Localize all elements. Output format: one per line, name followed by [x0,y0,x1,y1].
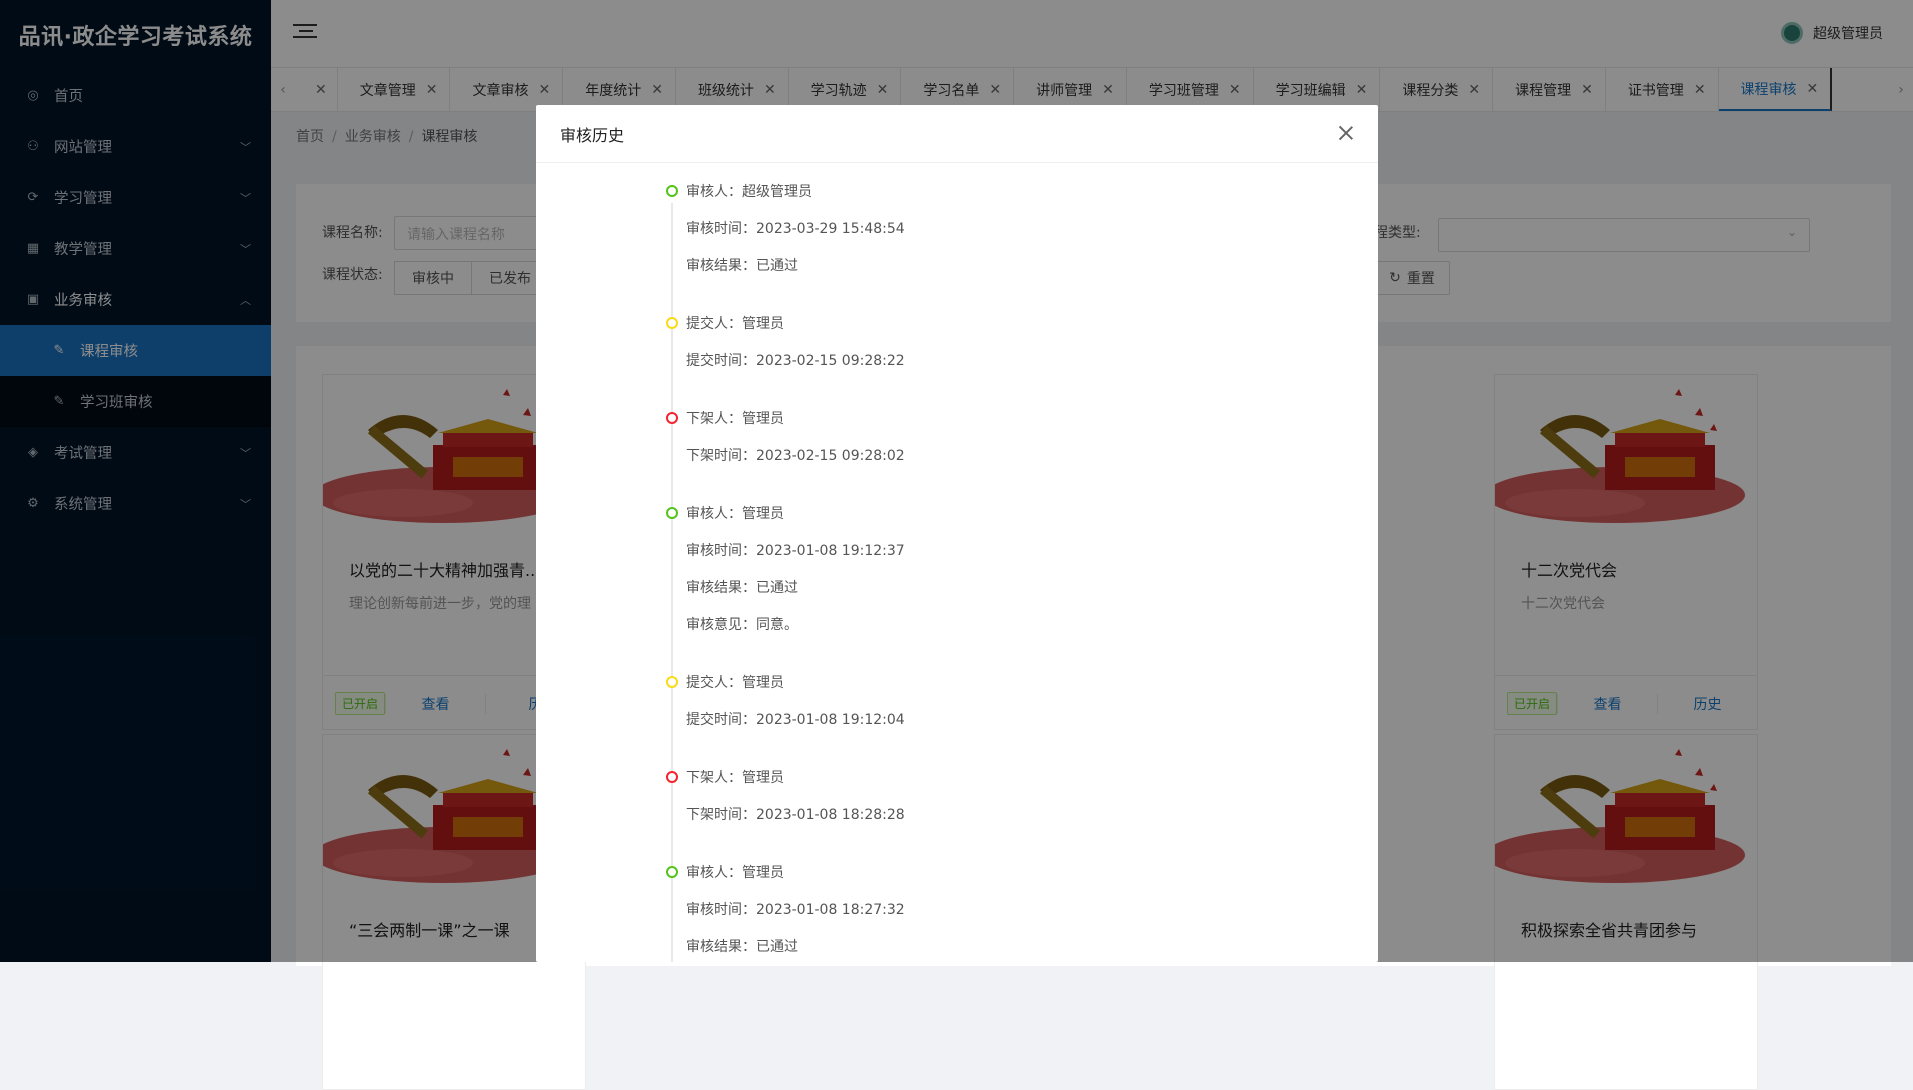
timeline-text: 提交人：管理员 [686,316,784,332]
timeline-text: 提交时间：2023-01-08 19:12:04 [686,712,905,728]
modal-header: 审核历史 [536,105,1378,163]
modal-title: 审核历史 [560,125,625,145]
timeline-dot-icon [666,866,678,878]
timeline-text: 审核结果：已通过 [686,580,798,596]
timeline-dot-icon [666,676,678,688]
timeline-text: 审核时间：2023-01-08 18:27:32 [686,902,905,918]
timeline-dot-icon [666,317,678,329]
timeline-text: 审核人：超级管理员 [686,184,812,200]
timeline-text: 提交人：管理员 [686,675,784,691]
timeline-text: 下架时间：2023-01-08 18:28:28 [686,807,905,823]
timeline-text: 审核时间：2023-01-08 19:12:37 [686,543,905,559]
timeline-text: 下架人：管理员 [686,411,784,427]
timeline-text: 审核人：管理员 [686,865,784,881]
timeline-text: 提交时间：2023-02-15 09:28:22 [686,353,905,369]
timeline-dot-icon [666,412,678,424]
timeline-text: 审核意见：同意。 [686,617,798,633]
timeline-dot-icon [666,507,678,519]
timeline-dot-icon [666,185,678,197]
close-icon[interactable] [1334,121,1358,145]
timeline-text: 下架人：管理员 [686,770,784,786]
timeline-text: 下架时间：2023-02-15 09:28:02 [686,448,905,464]
timeline-dot-icon [666,771,678,783]
review-timeline: 审核人：超级管理员审核时间：2023-03-29 15:48:54 审核结果：已通… [536,163,1378,962]
timeline-text: 审核人：管理员 [686,506,784,522]
timeline-text: 审核结果：已通过 [686,258,798,274]
review-history-modal: 审核历史 审核人：超级管理员 审核时间：2023-03-29 15:48:54 审核… [536,105,1378,962]
timeline-text: 审核结果：已通过 [686,939,798,955]
timeline-text: 审核时间：2023-03-29 15:48:54 [686,221,905,237]
